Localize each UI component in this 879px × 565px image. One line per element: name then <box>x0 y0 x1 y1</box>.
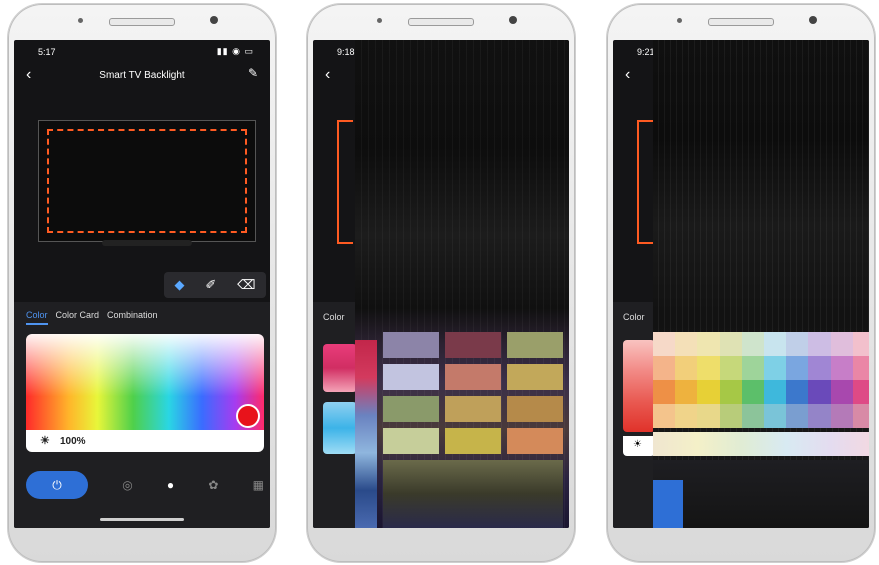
tv-stand <box>102 240 192 246</box>
status-time: 5:17 <box>38 47 56 57</box>
edit-pencil-icon[interactable]: ✎ <box>248 66 258 80</box>
power-button[interactable]: ⏻ <box>26 471 88 499</box>
phone-screen-1: 5:17 ▮▮ ◉ ▭ ‹ Smart TV Backlight ✎ ◆ ✐ ⌫… <box>14 40 270 528</box>
palette-icon[interactable]: ◎ <box>122 478 132 492</box>
speaker-grille <box>708 18 774 26</box>
paint-icon[interactable]: ✐ <box>205 277 216 293</box>
bottom-nav: ⏻ ◎ ● ✿ ▦ <box>26 470 264 500</box>
home-indicator <box>100 518 184 521</box>
back-chevron-icon[interactable]: ‹ <box>325 66 330 84</box>
phone-frame-1: 5:17 ▮▮ ◉ ▭ ‹ Smart TV Backlight ✎ ◆ ✐ ⌫… <box>8 4 276 562</box>
brightness-value: 100% <box>60 436 86 447</box>
status-bar: 5:17 ▮▮ ◉ ▭ <box>14 44 270 60</box>
front-camera <box>509 16 517 24</box>
phone-screen-2: 9:18 ‹ Color <box>313 40 569 528</box>
swatch-grid <box>653 332 869 428</box>
status-time: 9:21 <box>637 47 655 57</box>
tab-color-card[interactable]: Color Card <box>56 310 100 325</box>
led-strip-outline <box>337 120 353 244</box>
front-camera <box>210 16 218 24</box>
glitch-strip <box>355 340 377 528</box>
sensor-dot <box>377 18 382 23</box>
phone-screen-3: 9:21 ‹ Color ☀ <box>613 40 869 528</box>
tab-row: Color Color Card Combination <box>26 310 158 325</box>
grid-icon[interactable]: ▦ <box>253 478 264 492</box>
sun-icon: ☀ <box>633 439 642 450</box>
app-header: ‹ Smart TV Backlight ✎ <box>14 64 270 88</box>
sensor-dot <box>677 18 682 23</box>
glitch-rows <box>383 460 563 528</box>
phone-frame-3: 9:21 ‹ Color ☀ <box>607 4 875 562</box>
color-card-blue[interactable] <box>323 402 357 454</box>
tool-bar: ◆ ✐ ⌫ <box>164 272 266 298</box>
sun-icon: ☀ <box>40 435 50 447</box>
brightness-bar[interactable]: ☀ <box>623 436 655 456</box>
power-icon: ⏻ <box>52 477 62 492</box>
speaker-grille <box>408 18 474 26</box>
eraser-icon[interactable]: ⌫ <box>237 277 255 293</box>
color-panel: Color Color Card Combination ☀ 100% ⏻ ◎ … <box>14 302 270 528</box>
speaker-grille <box>109 18 175 26</box>
tab-color[interactable]: Color <box>623 312 645 322</box>
swatch-grid <box>383 332 563 454</box>
bulb-icon[interactable]: ● <box>167 478 174 492</box>
status-time: 9:18 <box>337 47 355 57</box>
front-camera <box>809 16 817 24</box>
color-card-red[interactable] <box>623 340 655 432</box>
tab-color[interactable]: Color <box>323 312 345 322</box>
glitch-overlay <box>355 40 569 528</box>
scene-icon[interactable]: ✿ <box>208 478 218 492</box>
glitch-rows <box>653 432 869 456</box>
led-strip-outline <box>47 129 247 233</box>
back-chevron-icon[interactable]: ‹ <box>625 66 630 84</box>
signal-wifi-battery-icon: ▮▮ ◉ ▭ <box>216 46 254 56</box>
tab-combination[interactable]: Combination <box>107 310 158 325</box>
glitch-strip <box>653 460 869 528</box>
page-title: Smart TV Backlight <box>99 70 185 81</box>
color-selector-knob[interactable] <box>236 404 260 428</box>
brush-icon[interactable]: ◆ <box>174 277 184 293</box>
tab-color[interactable]: Color <box>26 310 48 325</box>
color-wheel-picker[interactable] <box>26 334 264 430</box>
brightness-bar[interactable]: ☀ 100% <box>26 430 264 452</box>
tv-preview <box>38 120 256 242</box>
phone-frame-2: 9:18 ‹ Color <box>307 4 575 562</box>
sensor-dot <box>78 18 83 23</box>
color-card-pink[interactable] <box>323 344 357 392</box>
led-strip-outline <box>637 120 653 244</box>
glitch-block <box>653 480 683 528</box>
